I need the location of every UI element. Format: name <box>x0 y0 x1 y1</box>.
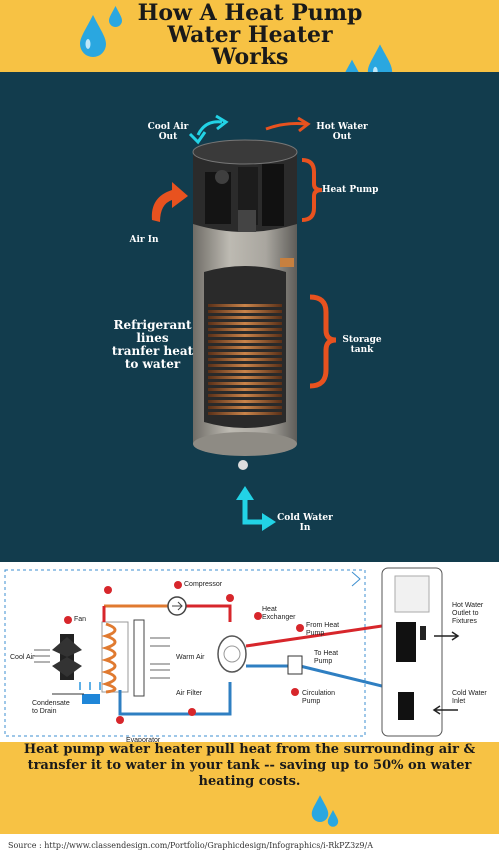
to-heat-pump-label: To Heat Pump <box>314 650 338 666</box>
cool-air-label: Cool Air <box>10 654 35 661</box>
cold-water-inlet-line-2: Inlet <box>452 698 466 705</box>
condensate-label: Condensate to Drain <box>32 700 70 716</box>
heat-exchanger-label: Heat Exchanger <box>262 606 295 622</box>
water-drop-icon <box>327 810 339 827</box>
pump-icon <box>287 655 303 675</box>
summary-line-2: transfer it to water in your tank -- sav… <box>27 758 472 773</box>
hot-water-out-line-1: Hot Water <box>316 122 368 132</box>
schematic-diagram: Fan Compressor Heat Exchanger From Heat … <box>0 562 499 744</box>
heater-illustration-panel: Cool Air Out Hot Water Out Heat Pump Air… <box>0 72 499 562</box>
hot-water-outlet-label: Hot Water Outlet to Fixtures <box>452 602 483 626</box>
cold-water-in-line-2: In <box>299 523 311 533</box>
from-heat-pump-line-1: From Heat <box>306 622 340 629</box>
air-filter-label: Air Filter <box>176 690 203 697</box>
fan-icon <box>52 634 82 680</box>
storage-tank-line-1: Storage <box>342 335 382 345</box>
title-line-1: How A Heat Pump <box>137 0 363 26</box>
heat-exchanger-icon <box>217 635 247 673</box>
warm-air-label: Warm Air <box>176 654 205 661</box>
heat-pump-label: Heat Pump <box>322 185 379 195</box>
footer-banner: Heat pump water heater pull heat from th… <box>0 742 499 834</box>
cold-water-in-label: Cold Water In <box>272 513 338 533</box>
refrigerant-label: Refrigerant lines tranfer heat to water <box>105 319 200 371</box>
hot-water-out-label: Hot Water Out <box>312 122 372 142</box>
evaporator-coil <box>101 622 117 694</box>
cold-water-in-line-1: Cold Water <box>277 513 333 523</box>
heater-illustration <box>151 114 337 531</box>
condensate-line-2: to Drain <box>32 708 57 715</box>
heat-pump-brace <box>301 158 323 222</box>
from-heat-pump-line-2: Pump <box>306 630 325 637</box>
condensate-line-1: Condensate <box>32 700 70 707</box>
hot-water-out-arrow <box>265 122 307 131</box>
schematic-svg <box>4 567 460 737</box>
title-line-2: Water Heater <box>167 22 333 48</box>
water-drop-icon <box>109 6 122 27</box>
air-in-arrow <box>151 182 188 222</box>
hot-water-outlet-line-2: Outlet to <box>452 610 479 617</box>
hot-water-out-line-2: Out <box>332 132 352 142</box>
summary-line-1: Heat pump water heater pull heat from th… <box>23 742 476 757</box>
circulation-pump-line-1: Circulation <box>302 690 336 697</box>
heat-exchanger-line-2: Exchanger <box>262 614 296 621</box>
fan-label: Fan <box>74 616 87 623</box>
refrigerant-line-4: to water <box>124 357 181 371</box>
cool-air-out-label: Cool Air Out <box>138 122 198 142</box>
summary-text: Heat pump water heater pull heat from th… <box>6 742 493 790</box>
storage-tank-label: Storage tank <box>340 335 384 355</box>
cool-air-out-line-1: Cool Air <box>147 122 189 132</box>
water-drop-icon <box>80 15 106 57</box>
from-heat-pump-label: From Heat Pump <box>306 622 339 638</box>
storage-tank-line-2: tank <box>350 345 374 355</box>
summary-line-3: heating costs. <box>198 774 301 789</box>
cool-air-out-line-2: Out <box>158 132 178 142</box>
cold-water-inlet-label: Cold Water Inlet <box>452 690 487 706</box>
cold-water-inlet-line-1: Cold Water <box>452 690 487 697</box>
source-citation: Source : http://www.classendesign.com/Po… <box>8 841 373 850</box>
header-banner: How A Heat Pump Water Heater Works <box>0 0 499 88</box>
to-heat-pump-line-1: To Heat <box>314 650 339 657</box>
circulation-pump-label: Circulation Pump <box>302 690 335 706</box>
heat-exchanger-line-1: Heat <box>262 606 277 613</box>
circulation-pump-line-2: Pump <box>302 698 321 705</box>
hot-water-outlet-line-1: Hot Water <box>452 602 484 609</box>
air-in-label: Air In <box>129 235 159 245</box>
hot-water-outlet-line-3: Fixtures <box>452 618 477 625</box>
to-heat-pump-line-2: Pump <box>314 658 333 665</box>
storage-tank-brace <box>309 294 337 389</box>
compressor-label: Compressor <box>184 581 223 588</box>
